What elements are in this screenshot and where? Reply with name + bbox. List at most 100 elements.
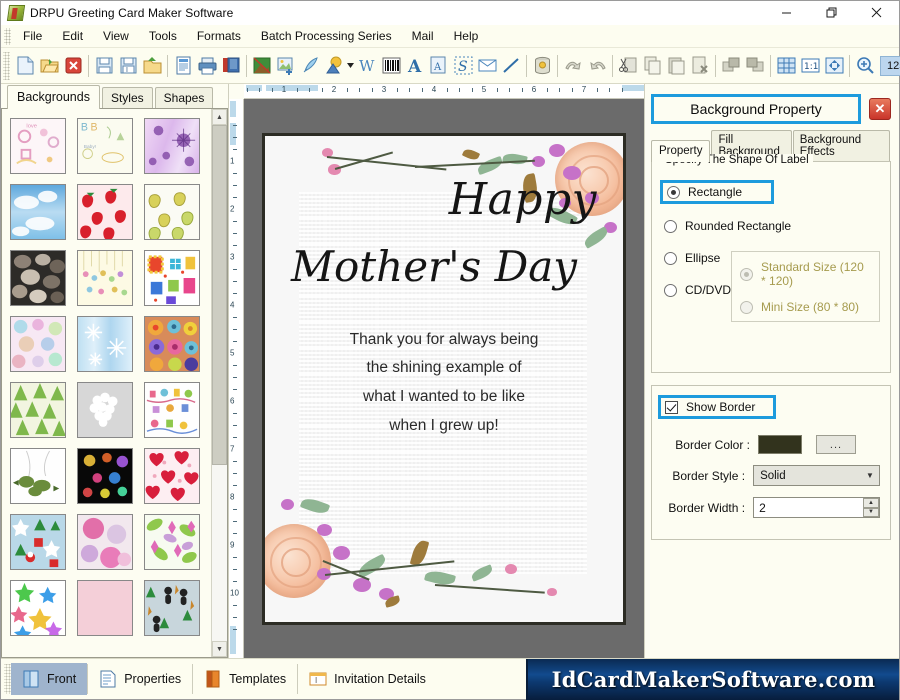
paste-button[interactable]: [664, 52, 688, 80]
radio-rounded-rectangle-icon[interactable]: [664, 219, 677, 233]
radio-mini-size-icon[interactable]: [740, 300, 754, 314]
maximize-button[interactable]: [809, 0, 854, 25]
statusbar-item-properties[interactable]: Properties: [88, 663, 192, 695]
save-as-button[interactable]: I: [116, 52, 140, 80]
signature-draw-button[interactable]: S: [451, 52, 475, 80]
shapes-button[interactable]: [322, 52, 346, 80]
redo-button[interactable]: [585, 52, 609, 80]
shape-option-ellipse[interactable]: Ellipse: [664, 251, 731, 265]
show-border-checkbox-row[interactable]: Show Border: [665, 400, 767, 414]
scroll-down-button[interactable]: ▼: [212, 641, 227, 657]
thumbnail-gift-boxes[interactable]: [144, 250, 200, 306]
checkbox-show-border-icon[interactable]: [665, 400, 678, 414]
menu-file[interactable]: File: [13, 26, 52, 46]
menu-drag-grip[interactable]: [4, 27, 11, 45]
tab-shapes[interactable]: Shapes: [154, 87, 214, 109]
menu-help[interactable]: Help: [444, 26, 489, 46]
open-document-button[interactable]: [37, 52, 61, 80]
zoom-level-input[interactable]: 125%: [880, 55, 900, 76]
radio-standard-size-icon[interactable]: [740, 267, 754, 281]
scrollbar-track[interactable]: [212, 125, 227, 641]
batch-print-button[interactable]: [219, 52, 243, 80]
thumbnail-grey-pebbles[interactable]: [10, 250, 66, 306]
radio-cd-dvd-icon[interactable]: [664, 283, 677, 297]
save-button[interactable]: [92, 52, 116, 80]
toolbar-drag-grip[interactable]: [3, 51, 10, 80]
text-big-button[interactable]: A: [403, 52, 427, 80]
new-document-button[interactable]: [13, 52, 37, 80]
barcode-button[interactable]: [379, 52, 403, 80]
shape-option-rectangle[interactable]: Rectangle: [667, 185, 765, 199]
menu-batch-processing-series[interactable]: Batch Processing Series: [251, 26, 402, 46]
border-width-stepper[interactable]: ▲ ▼: [863, 498, 879, 517]
shape-option-cd-dvd[interactable]: CD/DVD: [664, 283, 731, 297]
send-back-button[interactable]: [743, 52, 767, 80]
tab-backgrounds[interactable]: Backgrounds: [7, 85, 100, 109]
actual-size-button[interactable]: 1:1: [798, 52, 822, 80]
menu-view[interactable]: View: [93, 26, 139, 46]
thumbnail-cream-confetti-flowers[interactable]: [77, 250, 133, 306]
thumbnail-green-pine-trees[interactable]: [10, 382, 66, 438]
stepper-down-icon[interactable]: ▼: [863, 507, 879, 517]
minimize-button[interactable]: [764, 0, 809, 25]
thumbnail-baby-pink-doodles[interactable]: love: [10, 118, 66, 174]
delete-button[interactable]: [688, 52, 712, 80]
cut-button[interactable]: [616, 52, 640, 80]
thumbnail-winter-snowmen[interactable]: [144, 580, 200, 636]
menu-edit[interactable]: Edit: [52, 26, 93, 46]
print-preview-button[interactable]: [171, 52, 195, 80]
export-button[interactable]: [140, 52, 164, 80]
shape-option-rounded-rectangle[interactable]: Rounded Rectangle: [664, 219, 880, 233]
thumbnail-pink-green-flowers[interactable]: [144, 514, 200, 570]
border-color-swatch[interactable]: [758, 435, 802, 454]
statusbar-item-templates[interactable]: Templates: [193, 663, 297, 695]
insert-image-button[interactable]: [274, 52, 298, 80]
chevron-down-icon[interactable]: ▼: [861, 466, 879, 485]
thumbnail-white-heart-flowers[interactable]: [77, 382, 133, 438]
copy-button[interactable]: [640, 52, 664, 80]
print-button[interactable]: [195, 52, 219, 80]
thumbnail-mistletoe-white[interactable]: [10, 448, 66, 504]
email-button[interactable]: [475, 52, 499, 80]
thumbnail-blue-sky-clouds[interactable]: [10, 184, 66, 240]
text-small-button[interactable]: A: [427, 52, 451, 80]
greeting-card[interactable]: Happy Mother's Day Thank you for always …: [262, 132, 626, 625]
thumbnail-red-strawberries[interactable]: [77, 184, 133, 240]
thumbnail-santa-christmas[interactable]: [10, 514, 66, 570]
menu-tools[interactable]: Tools: [139, 26, 187, 46]
scrollbar-thumb[interactable]: [212, 125, 227, 465]
statusbar-item-invitation-details[interactable]: I Invitation Details: [298, 663, 437, 695]
close-document-button[interactable]: [61, 52, 85, 80]
watermark-button[interactable]: W: [355, 52, 379, 80]
grid-button[interactable]: [774, 52, 798, 80]
border-style-select[interactable]: Solid ▼: [753, 465, 880, 486]
tab-property[interactable]: Property: [651, 140, 711, 162]
thumbnail-baby-blue-doodles[interactable]: B B Baby!: [77, 118, 133, 174]
thumbnail-fireworks-black[interactable]: [77, 448, 133, 504]
radio-ellipse-icon[interactable]: [664, 251, 677, 265]
background-button[interactable]: [250, 52, 274, 80]
background-property-close-button[interactable]: ✕: [869, 98, 891, 120]
stepper-up-icon[interactable]: ▲: [863, 498, 879, 508]
backgrounds-scrollbar[interactable]: ▲ ▼: [211, 109, 227, 657]
signature-button[interactable]: [298, 52, 322, 80]
radio-rectangle-icon[interactable]: [667, 185, 680, 199]
line-tool-button[interactable]: [499, 52, 523, 80]
database-button[interactable]: [530, 52, 554, 80]
fit-page-button[interactable]: [822, 52, 846, 80]
thumbnail-purple-floral-burst[interactable]: [144, 118, 200, 174]
thumbnail-blue-snowflakes[interactable]: [77, 316, 133, 372]
thumbnail-yellow-green-strawberries[interactable]: [144, 184, 200, 240]
thumbnail-pink-texture[interactable]: [77, 580, 133, 636]
zoom-in-button[interactable]: [853, 52, 877, 80]
bring-front-button[interactable]: [719, 52, 743, 80]
cd-size-standard[interactable]: Standard Size (120 * 120): [740, 260, 871, 288]
thumbnail-pastel-circles[interactable]: [10, 316, 66, 372]
statusbar-item-front[interactable]: Front: [11, 663, 88, 695]
close-button[interactable]: [854, 0, 899, 25]
border-color-browse-button[interactable]: ...: [816, 435, 856, 454]
undo-button[interactable]: [561, 52, 585, 80]
design-canvas[interactable]: Happy Mother's Day Thank you for always …: [244, 99, 644, 658]
thumbnail-colored-stars[interactable]: [10, 580, 66, 636]
thumbnail-pink-pompoms[interactable]: [77, 514, 133, 570]
